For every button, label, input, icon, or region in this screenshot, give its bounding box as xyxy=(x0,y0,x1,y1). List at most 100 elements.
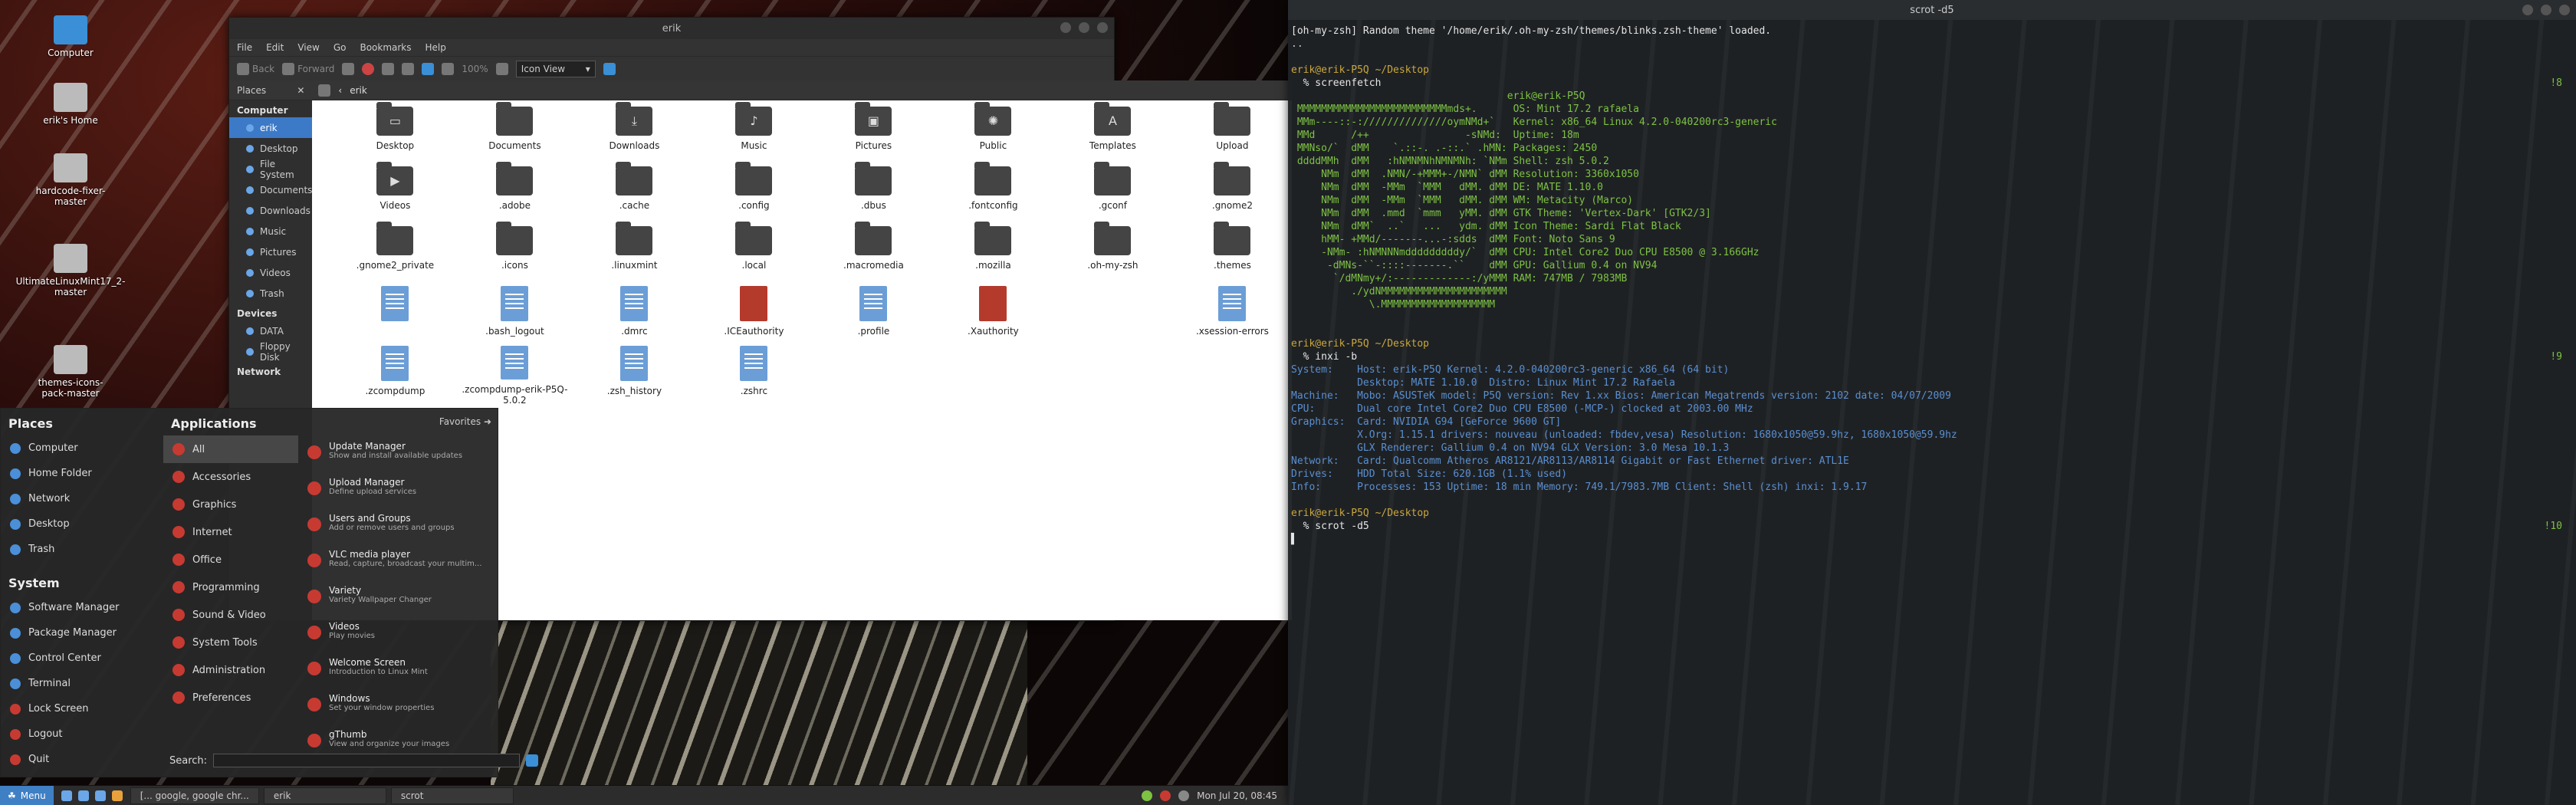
taskbar-button-google-google-chr[interactable]: [... google, google chr... xyxy=(130,787,259,804)
app-videos[interactable]: Videos Play movies xyxy=(304,618,496,654)
places-selector[interactable]: Places ✕ xyxy=(229,80,313,100)
category-preferences[interactable]: Preferences xyxy=(163,684,298,711)
file-item[interactable]: .gconf xyxy=(1053,162,1172,226)
taskbar-button-erik[interactable]: erik xyxy=(263,787,386,804)
sidebar-item-videos[interactable]: Videos xyxy=(229,262,312,283)
zoom-out-icon[interactable] xyxy=(442,62,455,75)
app-upload-manager[interactable]: Upload Manager Define upload services xyxy=(304,474,496,510)
file-item[interactable]: ⤓ Downloads xyxy=(574,102,694,166)
category-internet[interactable]: Internet xyxy=(163,518,298,546)
category-administration[interactable]: Administration xyxy=(163,656,298,684)
sidebar-item-floppy-disk[interactable]: Floppy Disk xyxy=(229,341,312,363)
stop-icon[interactable] xyxy=(362,62,375,75)
path-button-erik[interactable]: erik xyxy=(350,85,367,96)
category-sound-video[interactable]: Sound & Video xyxy=(163,601,298,629)
view-mode-select[interactable]: Icon View ▾ xyxy=(515,60,596,77)
desktop-icon-hardcode-fixer-master[interactable]: hardcode-fixer-master xyxy=(32,153,109,207)
file-item[interactable]: .zcompdump xyxy=(335,346,455,406)
close-icon[interactable] xyxy=(2559,5,2570,15)
app-update-manager[interactable]: Update Manager Show and install available… xyxy=(304,438,496,474)
file-item[interactable]: .local xyxy=(694,222,813,286)
menu-view[interactable]: View xyxy=(297,42,319,53)
menu-file[interactable]: File xyxy=(237,42,252,53)
show-desktop-icon[interactable] xyxy=(61,790,72,801)
sidebar-item-pictures[interactable]: Pictures xyxy=(229,242,312,262)
category-accessories[interactable]: Accessories xyxy=(163,463,298,491)
file-item[interactable]: ♪ Music xyxy=(694,102,813,166)
file-item[interactable]: .fontconfig xyxy=(933,162,1053,226)
app-vlc-media-player[interactable]: VLC media player Read, capture, broadcast… xyxy=(304,546,496,582)
file-item[interactable]: .gnome2 xyxy=(1172,162,1292,226)
forward-button[interactable]: Forward xyxy=(282,62,334,75)
file-item[interactable]: .bash_logout xyxy=(455,286,574,346)
close-icon[interactable] xyxy=(1097,22,1108,33)
desktop-icon-erik-s-home[interactable]: erik's Home xyxy=(32,83,109,126)
file-item[interactable]: .zsh_history xyxy=(574,346,694,406)
file-item[interactable]: .oh-my-zsh xyxy=(1053,222,1172,286)
menu-place-network[interactable]: Network xyxy=(1,486,163,511)
file-item[interactable]: .xsession-errors xyxy=(1172,286,1292,346)
file-item[interactable]: .config xyxy=(694,162,813,226)
sidebar-item-desktop[interactable]: Desktop xyxy=(229,138,312,159)
menu-go[interactable]: Go xyxy=(334,42,347,53)
file-item[interactable]: .themes xyxy=(1172,222,1292,286)
file-item[interactable]: A Templates xyxy=(1053,102,1172,166)
reload-icon[interactable] xyxy=(382,62,395,75)
menu-system-package-manager[interactable]: Package Manager xyxy=(1,620,163,646)
file-item[interactable]: .cache xyxy=(574,162,694,226)
maximize-icon[interactable] xyxy=(2541,5,2551,15)
sidebar-item-erik[interactable]: erik xyxy=(229,117,313,138)
file-item[interactable]: .dmrc xyxy=(574,286,694,346)
files-icon[interactable] xyxy=(77,790,89,801)
sidebar-item-downloads[interactable]: Downloads xyxy=(229,200,312,221)
clock[interactable]: Mon Jul 20, 08:45 xyxy=(1197,790,1277,801)
category-office[interactable]: Office xyxy=(163,546,298,573)
desktop-icon-ultimatelinuxmint17-2-master[interactable]: UltimateLinuxMint17_2-master xyxy=(16,244,125,297)
menu-edit[interactable]: Edit xyxy=(266,42,284,53)
menu-place-trash[interactable]: Trash xyxy=(1,537,163,562)
app-variety[interactable]: Variety Variety Wallpaper Changer xyxy=(304,582,496,618)
minimize-icon[interactable] xyxy=(2522,5,2533,15)
minimize-icon[interactable] xyxy=(1060,22,1071,33)
file-item[interactable] xyxy=(335,286,455,346)
menu-system-lock-screen[interactable]: Lock Screen xyxy=(1,696,163,721)
desktop-icon-computer[interactable]: Computer xyxy=(32,15,109,58)
shield-icon[interactable] xyxy=(1142,790,1153,801)
menu-system-quit[interactable]: Quit xyxy=(1,747,163,772)
search-icon[interactable] xyxy=(603,62,616,75)
category-graphics[interactable]: Graphics xyxy=(163,491,298,518)
app-users-and-groups[interactable]: Users and Groups Add or remove users and … xyxy=(304,510,496,546)
category-all[interactable]: All xyxy=(163,435,298,463)
app-welcome-screen[interactable]: Welcome Screen Introduction to Linux Mint xyxy=(304,654,496,690)
search-input[interactable] xyxy=(213,754,521,767)
back-button[interactable]: Back xyxy=(237,62,274,75)
file-item[interactable]: .gnome2_private xyxy=(335,222,455,286)
menu-bookmarks[interactable]: Bookmarks xyxy=(360,42,411,53)
close-sidebar-icon[interactable]: ✕ xyxy=(297,85,304,96)
maximize-icon[interactable] xyxy=(1079,22,1089,33)
menu-place-desktop[interactable]: Desktop xyxy=(1,511,163,537)
search-icon[interactable] xyxy=(526,754,539,767)
desktop-icon-themes-icons-pack-master[interactable]: themes-icons-pack-master xyxy=(32,345,109,399)
sidebar-item-data[interactable]: DATA xyxy=(229,320,312,341)
menu-system-logout[interactable]: Logout xyxy=(1,721,163,747)
file-item[interactable]: .zcompdump-erik-P5Q-5.0.2 xyxy=(455,346,574,406)
network-icon[interactable] xyxy=(1178,790,1190,801)
file-item[interactable]: .adobe xyxy=(455,162,574,226)
file-item[interactable]: ▭ Desktop xyxy=(335,102,455,166)
menu-system-software-manager[interactable]: Software Manager xyxy=(1,595,163,620)
home-icon[interactable] xyxy=(402,62,415,75)
file-item[interactable]: .linuxmint xyxy=(574,222,694,286)
file-item[interactable]: .Xauthority xyxy=(933,286,1053,346)
file-item[interactable]: Documents xyxy=(455,102,574,166)
up-icon[interactable] xyxy=(342,62,355,75)
file-item[interactable]: ▶ Videos xyxy=(335,162,455,226)
sidebar-item-documents[interactable]: Documents xyxy=(229,179,312,200)
file-item[interactable]: .profile xyxy=(813,286,933,346)
menu-place-computer[interactable]: Computer xyxy=(1,435,163,461)
edit-path-icon[interactable] xyxy=(318,84,331,97)
terminal-titlebar[interactable]: scrot -d5 xyxy=(1288,0,2576,20)
menu-system-terminal[interactable]: Terminal xyxy=(1,671,163,696)
file-item[interactable]: .macromedia xyxy=(813,222,933,286)
menu-system-control-center[interactable]: Control Center xyxy=(1,646,163,671)
